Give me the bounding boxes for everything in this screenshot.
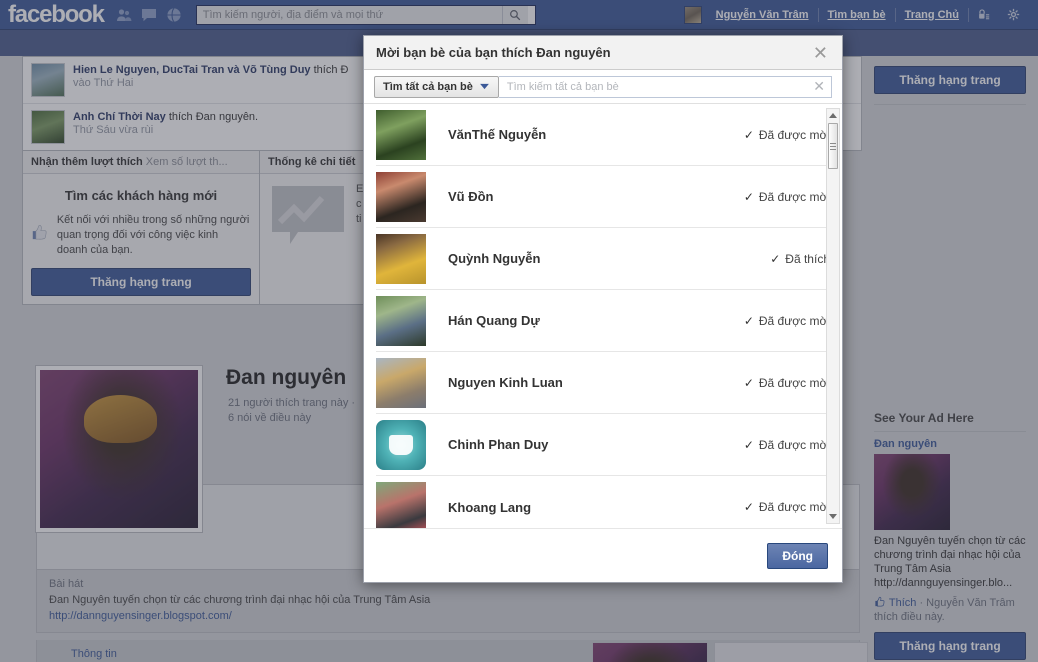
friend-name[interactable]: VănThế Nguyễn xyxy=(448,127,546,142)
dialog-title: Mời bạn bè của bạn thích Đan nguyên xyxy=(376,45,611,60)
dialog-search-row: Tìm tất cả bạn bè ✕ xyxy=(364,70,842,104)
friend-name[interactable]: Nguyen Kinh Luan xyxy=(448,375,563,390)
friend-status: ✓ Đã được mời xyxy=(744,376,830,390)
check-icon: ✓ xyxy=(743,313,754,328)
clear-x-icon[interactable]: ✕ xyxy=(813,78,825,95)
status-label: Đã được mời xyxy=(758,437,830,452)
avatar xyxy=(376,419,426,470)
friend-search-input[interactable] xyxy=(504,79,814,94)
avatar xyxy=(376,482,426,528)
check-icon: ✓ xyxy=(743,189,754,204)
friend-name[interactable]: Vũ Đồn xyxy=(448,189,494,204)
status-label: Đã được mời xyxy=(758,500,830,514)
status-label: Đã được mời xyxy=(758,375,830,390)
check-icon: ✓ xyxy=(770,251,781,266)
avatar xyxy=(376,295,426,346)
scroll-up-arrow-icon[interactable] xyxy=(827,109,839,122)
friend-status: ✓ Đã được mời xyxy=(744,314,830,328)
friend-row[interactable]: Hán Quang Dự ✓ Đã được mời xyxy=(376,290,830,352)
friend-status: ✓ Đã được mời xyxy=(744,128,830,142)
close-icon[interactable]: ✕ xyxy=(811,42,830,64)
scroll-down-arrow-icon[interactable] xyxy=(827,510,839,523)
check-icon: ✓ xyxy=(743,375,754,390)
check-icon: ✓ xyxy=(743,500,754,514)
status-label: Đã được mời xyxy=(758,313,830,328)
friend-row[interactable]: Khoang Lang ✓ Đã được mời xyxy=(376,476,830,528)
check-icon: ✓ xyxy=(743,127,754,142)
friend-list: VănThế Nguyễn ✓ Đã được mời Vũ Đồn ✓ Đã … xyxy=(364,104,842,528)
dialog-header: Mời bạn bè của bạn thích Đan nguyên ✕ xyxy=(364,36,842,70)
friend-status: ✓ Đã được mời xyxy=(744,438,830,452)
avatar xyxy=(376,357,426,408)
status-label: Đã được mời xyxy=(758,127,830,142)
status-label: Đã được mời xyxy=(758,189,830,204)
avatar xyxy=(376,171,426,222)
friend-status: ✓ Đã thích xyxy=(770,252,830,266)
friend-row[interactable]: Nguyen Kinh Luan ✓ Đã được mời xyxy=(376,352,830,414)
friend-row[interactable]: VănThế Nguyễn ✓ Đã được mời xyxy=(376,104,830,166)
filter-label: Tìm tất cả bạn bè xyxy=(383,80,473,93)
invite-friends-dialog: Mời bạn bè của bạn thích Đan nguyên ✕ Tì… xyxy=(363,35,843,583)
friend-name[interactable]: Hán Quang Dự xyxy=(448,313,540,328)
friend-row[interactable]: Vũ Đồn ✓ Đã được mời xyxy=(376,166,830,228)
avatar xyxy=(376,109,426,160)
friend-status: ✓ Đã được mời xyxy=(744,500,830,514)
status-label: Đã thích xyxy=(785,251,830,266)
scrollbar-grip xyxy=(830,145,836,147)
friend-name[interactable]: Quỳnh Nguyễn xyxy=(448,251,540,266)
friend-list-container[interactable]: VănThế Nguyễn ✓ Đã được mời Vũ Đồn ✓ Đã … xyxy=(364,104,842,528)
chevron-down-icon xyxy=(479,83,489,90)
friend-name[interactable]: Chinh Phan Duy xyxy=(448,437,548,452)
close-dialog-button[interactable]: Đóng xyxy=(767,542,828,569)
avatar xyxy=(376,233,426,284)
friend-name[interactable]: Khoang Lang xyxy=(448,500,531,515)
friend-row[interactable]: Chinh Phan Duy ✓ Đã được mời xyxy=(376,414,830,476)
friend-row[interactable]: Quỳnh Nguyễn ✓ Đã thích xyxy=(376,228,830,290)
friend-filter-dropdown[interactable]: Tìm tất cả bạn bè xyxy=(374,75,499,98)
check-icon: ✓ xyxy=(743,437,754,452)
friend-search-box[interactable]: ✕ xyxy=(498,75,832,98)
dialog-footer: Đóng xyxy=(364,528,842,582)
scrollbar[interactable] xyxy=(826,108,840,524)
scrollbar-thumb[interactable] xyxy=(828,123,838,169)
friend-status: ✓ Đã được mời xyxy=(744,190,830,204)
